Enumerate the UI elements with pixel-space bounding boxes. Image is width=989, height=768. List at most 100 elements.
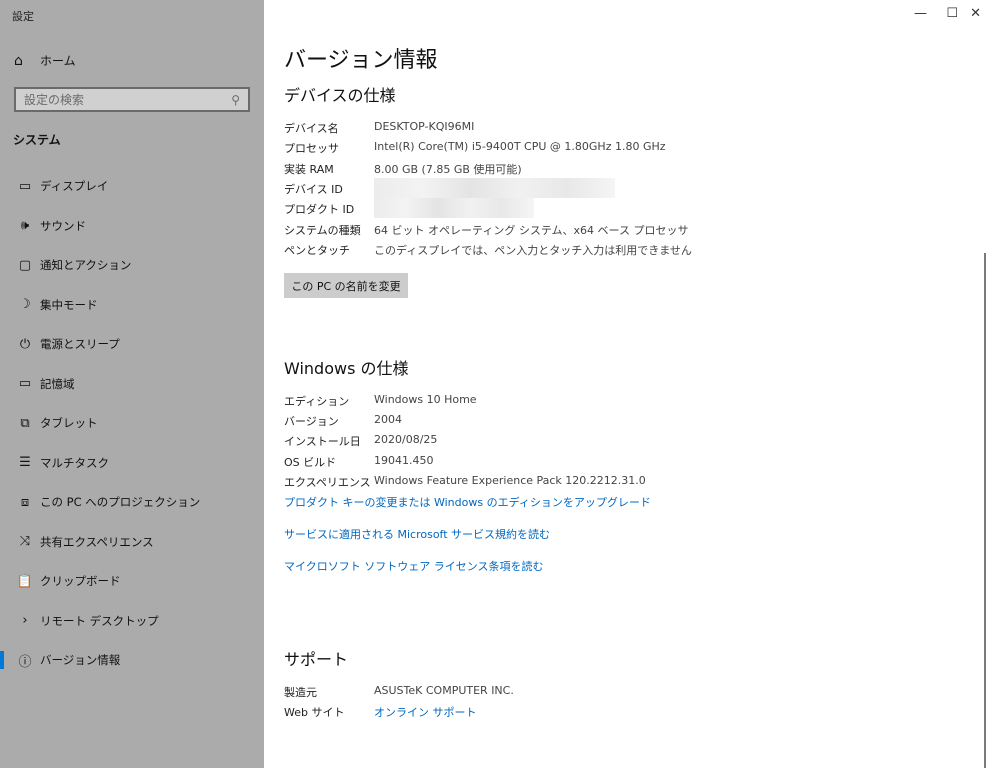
page-title: バージョン情報 [284, 48, 438, 73]
info-value: 2020/08/25 [374, 433, 438, 447]
info-label: 実装 RAM [284, 162, 334, 176]
sidebar-item-label: バージョン情報 [40, 653, 121, 667]
remote-icon: › [22, 613, 28, 628]
device-heading: デバイスの仕様 [284, 86, 396, 105]
info-value: DESKTOP-KQI96MI [374, 120, 475, 133]
sidebar-item[interactable]: ☽ 集中モード [0, 290, 264, 320]
info-label: デバイス名 [284, 122, 339, 135]
info-row: Web サイト オンライン サポート [284, 704, 477, 720]
info-label: デバイス ID [284, 182, 343, 196]
close-button[interactable]: ✕ [970, 6, 981, 21]
sidebar-item-label: リモート デスクトップ [40, 613, 159, 628]
search-input[interactable]: 設定の検索 ⚲ [14, 87, 250, 112]
sidebar-item[interactable]: ⧉ タブレット [0, 408, 264, 438]
sidebar-item[interactable]: 🕪 サウンド [0, 211, 264, 241]
info-row: ペンとタッチ このディスプレイでは、ペン入力とタッチ入力は利用できません [284, 242, 692, 258]
maximize-button[interactable]: ☐ [946, 6, 958, 21]
service-terms-link[interactable]: サービスに適用される Microsoft サービス規約を読む [284, 526, 550, 542]
info-row: バージョン 2004 [284, 413, 402, 429]
sidebar-item-label: サウンド [40, 218, 86, 233]
sidebar-item[interactable]: ⤨ 共有エクスペリエンス [0, 527, 264, 557]
product-id-redacted [374, 198, 534, 218]
sidebar-item[interactable]: 📋 クリップボード [0, 566, 264, 596]
info-label: プロセッサ [284, 142, 339, 156]
support-heading: サポート [284, 650, 349, 669]
info-value: 19041.450 [374, 453, 434, 467]
sidebar-item-label: クリップボード [40, 574, 121, 588]
info-value: ASUSTeK COMPUTER INC. [374, 684, 514, 697]
info-row: エディション Windows 10 Home [284, 393, 477, 409]
info-label: インストール日 [284, 435, 361, 449]
info-row: エクスペリエンス Windows Feature Experience Pack … [284, 474, 646, 490]
sidebar-item[interactable]: ⏻ 電源とスリープ [0, 329, 264, 359]
multitask-icon: ☰ [19, 455, 31, 470]
search-icon: ⚲ [231, 92, 240, 107]
info-label: エクスペリエンス [284, 475, 371, 489]
sound-icon: 🕪 [20, 218, 30, 233]
info-value: Windows Feature Experience Pack 120.2212… [374, 473, 646, 487]
search-placeholder: 設定の検索 [24, 93, 85, 107]
info-row: プロダクト ID [284, 201, 374, 217]
sidebar-item-label: 電源とスリープ [40, 337, 120, 351]
sidebar-item-label: 共有エクスペリエンス [40, 534, 154, 549]
sidebar-item-label: タブレット [40, 416, 98, 430]
sidebar-item[interactable]: ⧈ この PC へのプロジェクション [0, 487, 264, 517]
sidebar-item[interactable]: ▢ 通知とアクション [0, 250, 264, 280]
info-row: インストール日 2020/08/25 [284, 433, 437, 449]
home-icon: ⌂ [14, 52, 23, 69]
storage-icon: ▭ [18, 376, 32, 391]
info-row: OS ビルド 19041.450 [284, 454, 434, 470]
sidebar-item-label: 集中モード [40, 297, 98, 312]
power-icon: ⏻ [19, 336, 31, 352]
minimize-button[interactable]: — [914, 6, 927, 21]
display-icon: ▭ [18, 178, 32, 194]
info-row: デバイス ID [284, 181, 374, 197]
notification-icon: ▢ [18, 257, 32, 273]
rename-pc-button[interactable]: この PC の名前を変更 [284, 273, 408, 298]
info-label: プロダクト ID [284, 203, 355, 217]
sidebar-item-label: この PC へのプロジェクション [40, 495, 201, 509]
info-value: Intel(R) Core(TM) i5-9400T CPU @ 1.80GHz… [374, 140, 666, 154]
support-link[interactable]: オンライン サポート [374, 704, 477, 720]
info-row: デバイス名 DESKTOP-KQI96MI [284, 120, 474, 136]
sidebar-item-label: 記憶域 [40, 376, 75, 391]
sidebar-item-label: マルチタスク [40, 455, 109, 470]
sidebar-item-label: ディスプレイ [40, 179, 109, 193]
sidebar-item[interactable]: ▭ 記憶域 [0, 369, 264, 399]
clipboard-icon: 📋 [16, 573, 34, 589]
sidebar-item[interactable]: › リモート デスクトップ [0, 606, 264, 636]
shared-icon: ⤨ [19, 534, 31, 549]
info-value: Windows 10 Home [374, 393, 477, 406]
info-label: バージョン [284, 415, 339, 429]
license-terms-link[interactable]: マイクロソフト ソフトウェア ライセンス条項を読む [284, 558, 544, 574]
upgrade-link[interactable]: プロダクト キーの変更または Windows のエディションをアップグレード [284, 494, 651, 510]
info-icon: ⓘ [18, 654, 32, 670]
info-row: 製造元 ASUSTeK COMPUTER INC. [284, 684, 514, 700]
main-content: — ☐ ✕ バージョン情報 デバイスの仕様 デバイス名 DESKTOP-KQI96… [264, 0, 989, 768]
sidebar-item[interactable]: ⓘ バージョン情報 [0, 645, 264, 675]
home-label: ホーム [40, 54, 76, 68]
info-label: エディション [284, 395, 350, 408]
sidebar-item[interactable]: ☰ マルチタスク [0, 448, 264, 478]
info-label: OS ビルド [284, 455, 337, 469]
scrollbar[interactable] [984, 253, 986, 768]
info-value: 8.00 GB (7.85 GB 使用可能) [374, 162, 522, 176]
sidebar-item[interactable]: ▭ ディスプレイ [0, 171, 264, 201]
info-row: システムの種類 64 ビット オペレーティング システム、x64 ベース プロセッ… [284, 222, 688, 238]
info-row: 実装 RAM 8.00 GB (7.85 GB 使用可能) [284, 161, 522, 177]
sidebar-item-label: 通知とアクション [40, 258, 132, 272]
device-id-redacted [374, 178, 615, 198]
info-label: ペンとタッチ [284, 243, 350, 257]
app-title: 設定 [12, 10, 34, 23]
info-label: 製造元 [284, 686, 317, 699]
projection-icon: ⧈ [20, 494, 30, 510]
info-label: システムの種類 [284, 223, 361, 237]
info-value: 64 ビット オペレーティング システム、x64 ベース プロセッサ [374, 223, 689, 237]
windows-heading: Windows の仕様 [284, 359, 409, 378]
info-value: このディスプレイでは、ペン入力とタッチ入力は利用できません [374, 243, 692, 257]
sidebar-home[interactable]: ⌂ ホーム [14, 52, 76, 69]
info-value: 2004 [374, 413, 402, 427]
moon-icon: ☽ [19, 297, 31, 312]
tablet-icon: ⧉ [20, 415, 30, 431]
info-label: Web サイト [284, 706, 345, 719]
